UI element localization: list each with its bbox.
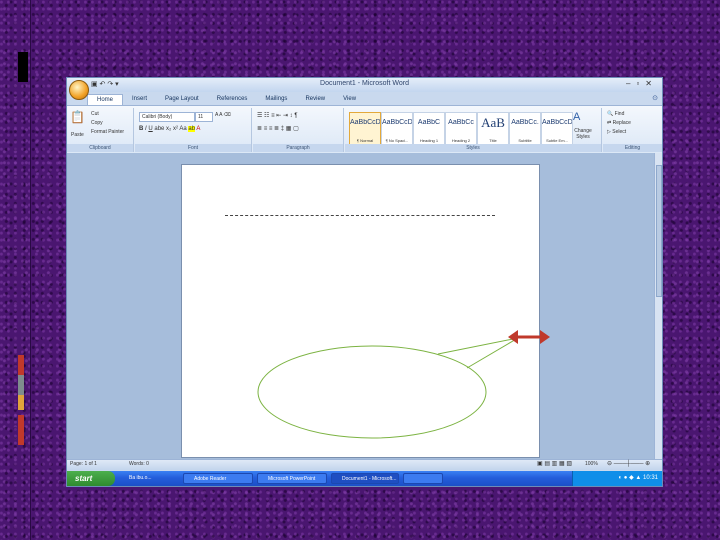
office-button[interactable] <box>69 80 89 100</box>
callout-bubble <box>257 345 487 439</box>
callout-pointer <box>437 337 519 369</box>
resize-arrow-icon <box>508 330 550 344</box>
annotation-overlay <box>257 330 550 439</box>
